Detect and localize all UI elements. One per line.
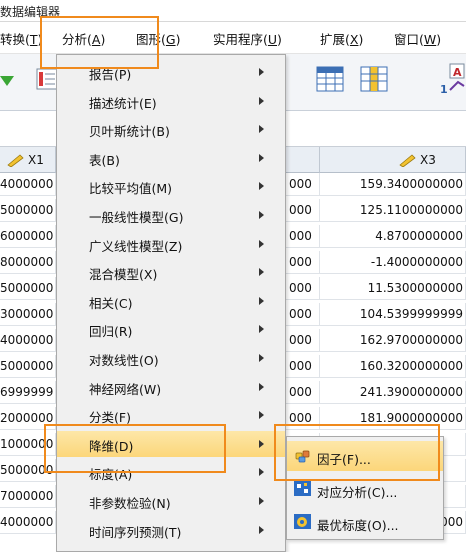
cell-x1[interactable]: 7000000 xyxy=(0,485,56,508)
cell-x2[interactable]: 000 xyxy=(286,199,320,222)
chevron-right-icon xyxy=(259,468,264,477)
green-arrow-icon[interactable] xyxy=(0,72,14,88)
chevron-right-icon xyxy=(259,125,264,134)
menu-item-label: 对数线性(O) xyxy=(89,353,159,368)
chevron-right-icon xyxy=(259,525,264,534)
menu-extensions[interactable]: 扩展(X) xyxy=(320,29,363,48)
cell-x1[interactable]: 5000000 xyxy=(0,355,56,378)
menu-item-6[interactable]: 广义线性模型(Z) xyxy=(57,231,285,257)
menu-item-label: 表(B) xyxy=(89,152,120,168)
chevron-right-icon xyxy=(259,239,264,248)
chevron-right-icon xyxy=(259,68,264,76)
chevron-right-icon xyxy=(259,96,264,105)
cell-x1[interactable]: 6999999 xyxy=(0,381,56,404)
menu-item-label: 混合模型(X) xyxy=(89,267,158,283)
cell-x1[interactable]: 6000000 xyxy=(0,225,56,248)
menu-transform[interactable]: 转换(T) xyxy=(0,29,42,48)
value-labels-icon[interactable]: A 1 xyxy=(438,62,466,96)
cell-x3[interactable]: 4.8700000000 xyxy=(320,225,466,248)
chevron-right-icon xyxy=(259,411,264,420)
chevron-right-icon xyxy=(259,211,264,219)
menu-item-4[interactable]: 比较平均值(M) xyxy=(57,173,285,199)
menu-item-10[interactable]: 对数线性(O) xyxy=(57,345,285,371)
cell-x3[interactable]: 125.1100000000 xyxy=(320,199,466,222)
cell-x3[interactable]: 11.5300000000 xyxy=(320,277,466,300)
menu-item-label: 贝叶斯统计(B) xyxy=(89,124,170,140)
submenu-item-label: 最优标度(O)... xyxy=(317,518,399,533)
menu-item-3[interactable]: 表(B) xyxy=(57,145,285,171)
cell-x3[interactable]: 162.9700000000 xyxy=(320,329,466,352)
menu-item-label: 回归(R) xyxy=(89,324,133,340)
cell-x2[interactable]: 000 xyxy=(286,303,320,326)
chevron-right-icon xyxy=(259,382,264,391)
menu-item-5[interactable]: 一般线性模型(G) xyxy=(57,202,285,228)
menu-item-label: 神经网络(W) xyxy=(89,381,162,397)
menu-item-label: 描述统计(E) xyxy=(89,95,157,111)
menu-utilities[interactable]: 实用程序(U) xyxy=(213,29,282,48)
chevron-right-icon xyxy=(259,325,264,334)
menu-item-2[interactable]: 贝叶斯统计(B) xyxy=(57,116,285,142)
cell-x1[interactable]: 4000000 xyxy=(0,511,56,534)
cell-x1[interactable]: 5000000 xyxy=(0,277,56,300)
chevron-right-icon xyxy=(259,439,264,448)
cell-x2[interactable]: 000 xyxy=(286,355,320,378)
goto-case-icon[interactable] xyxy=(36,68,58,90)
menu-item-11[interactable]: 神经网络(W) xyxy=(57,374,285,400)
chevron-right-icon xyxy=(259,182,264,191)
cell-x3[interactable]: 241.3900000000 xyxy=(320,381,466,404)
chevron-right-icon xyxy=(259,268,264,277)
cell-x3[interactable]: 104.5399999999 xyxy=(320,303,466,326)
cell-x1[interactable]: 3000000 xyxy=(0,303,56,326)
cell-x2[interactable]: 000 xyxy=(286,251,320,274)
cell-x3[interactable]: 160.3200000000 xyxy=(320,355,466,378)
menu-item-15[interactable]: 非参数检验(N) xyxy=(57,488,285,514)
cell-x2[interactable]: 000 xyxy=(286,225,320,248)
menu-item-9[interactable]: 回归(R) xyxy=(57,316,285,342)
column-header-x3[interactable]: X3 xyxy=(320,147,466,173)
menu-item-label: 时间序列预测(T) xyxy=(89,524,182,540)
insert-cases-icon[interactable] xyxy=(316,66,344,92)
cell-x2[interactable]: 000 xyxy=(286,329,320,352)
chevron-right-icon xyxy=(259,497,264,505)
cell-x1[interactable]: 4000000 xyxy=(0,173,56,196)
menu-item-8[interactable]: 相关(C) xyxy=(57,288,285,314)
cell-x2[interactable]: 000 xyxy=(286,277,320,300)
cell-x2[interactable]: 000 xyxy=(286,173,320,196)
column-header-x2[interactable] xyxy=(286,147,320,173)
menu-item-label: 相关(C) xyxy=(89,295,133,311)
cell-x1[interactable]: 4000000 xyxy=(0,329,56,352)
analyze-menu: 报告(P) 描述统计(E) 贝叶斯统计(B) 表(B) 比较平均值(M) 一般线性模型(G… xyxy=(56,54,286,552)
submenu-item-label: 对应分析(C)... xyxy=(317,485,398,500)
cell-x3[interactable]: -1.4000000000 xyxy=(320,251,466,274)
insert-variable-icon[interactable] xyxy=(360,66,388,92)
menu-window[interactable]: 窗口(W) xyxy=(394,29,441,48)
column-header-x1[interactable]: X1 xyxy=(0,147,56,173)
cell-x1[interactable]: 5000000 xyxy=(0,199,56,222)
menu-item-16[interactable]: 时间序列预测(T) xyxy=(57,517,285,543)
ruler-icon xyxy=(399,154,416,167)
menu-item-label: 广义线性模型(Z) xyxy=(89,238,183,254)
menu-item-1[interactable]: 描述统计(E) xyxy=(57,88,285,114)
menu-item-7[interactable]: 混合模型(X) xyxy=(57,259,285,285)
menu-item-label: 比较平均值(M) xyxy=(89,181,173,197)
menu-item-label: 一般线性模型(G) xyxy=(89,210,184,225)
svg-text:1: 1 xyxy=(440,83,448,96)
highlight-analyze-menu xyxy=(40,16,159,69)
chevron-right-icon xyxy=(259,354,264,362)
submenu-item-2[interactable]: 最优标度(O)... xyxy=(287,507,443,537)
menu-item-label: 非参数检验(N) xyxy=(89,496,171,511)
cell-x3[interactable]: 159.3400000000 xyxy=(320,173,466,196)
ruler-icon xyxy=(7,154,24,167)
chevron-right-icon xyxy=(259,296,264,305)
svg-text:A: A xyxy=(453,66,462,79)
chevron-right-icon xyxy=(259,153,264,162)
cell-x2[interactable]: 000 xyxy=(286,381,320,404)
highlight-dimension-reduction xyxy=(44,424,226,473)
highlight-factor xyxy=(274,424,440,481)
cell-x1[interactable]: 8000000 xyxy=(0,251,56,274)
